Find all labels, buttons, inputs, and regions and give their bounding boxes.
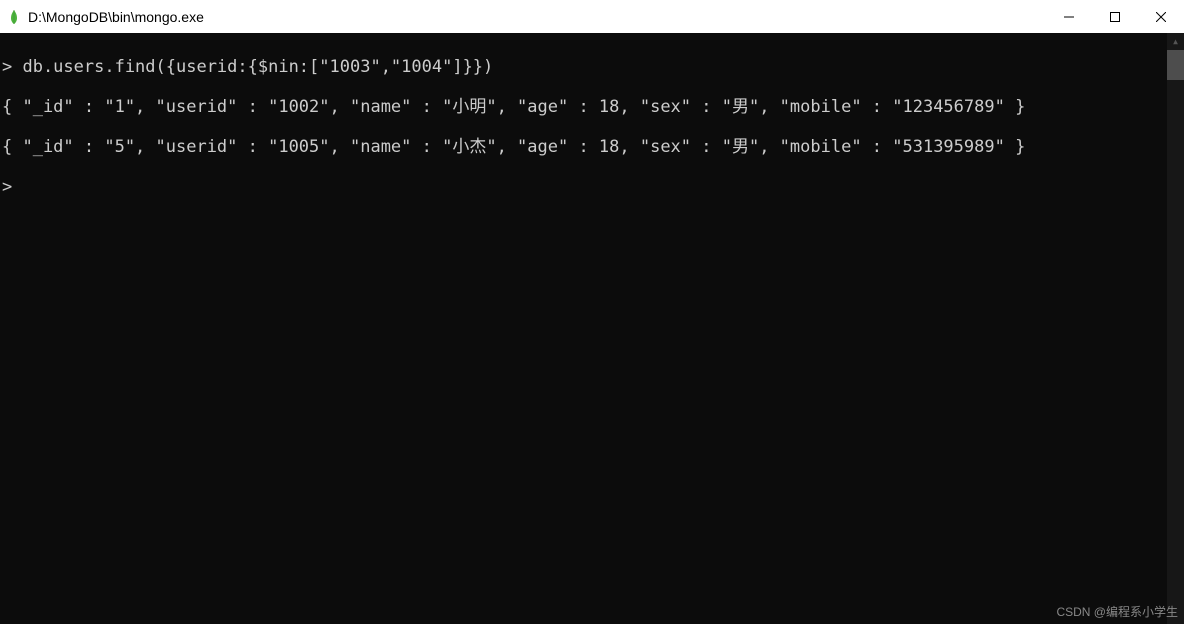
terminal-line: { "_id" : "5", "userid" : "1005", "name"… [2,137,1182,157]
terminal-line: { "_id" : "1", "userid" : "1002", "name"… [2,97,1182,117]
window-controls [1046,0,1184,33]
terminal-line: > db.users.find({userid:{$nin:["1003","1… [2,57,1182,77]
scroll-up-button[interactable]: ▲ [1167,33,1184,50]
scroll-thumb[interactable] [1167,50,1184,80]
vertical-scrollbar[interactable]: ▲ [1167,33,1184,624]
maximize-button[interactable] [1092,0,1138,33]
minimize-button[interactable] [1046,0,1092,33]
close-button[interactable] [1138,0,1184,33]
window-titlebar[interactable]: D:\MongoDB\bin\mongo.exe [0,0,1184,33]
terminal-line: > [2,177,1182,197]
mongodb-icon [6,9,22,25]
terminal-output[interactable]: > db.users.find({userid:{$nin:["1003","1… [0,33,1184,624]
window-title: D:\MongoDB\bin\mongo.exe [28,9,204,25]
watermark: CSDN @编程系小学生 [1056,603,1178,620]
